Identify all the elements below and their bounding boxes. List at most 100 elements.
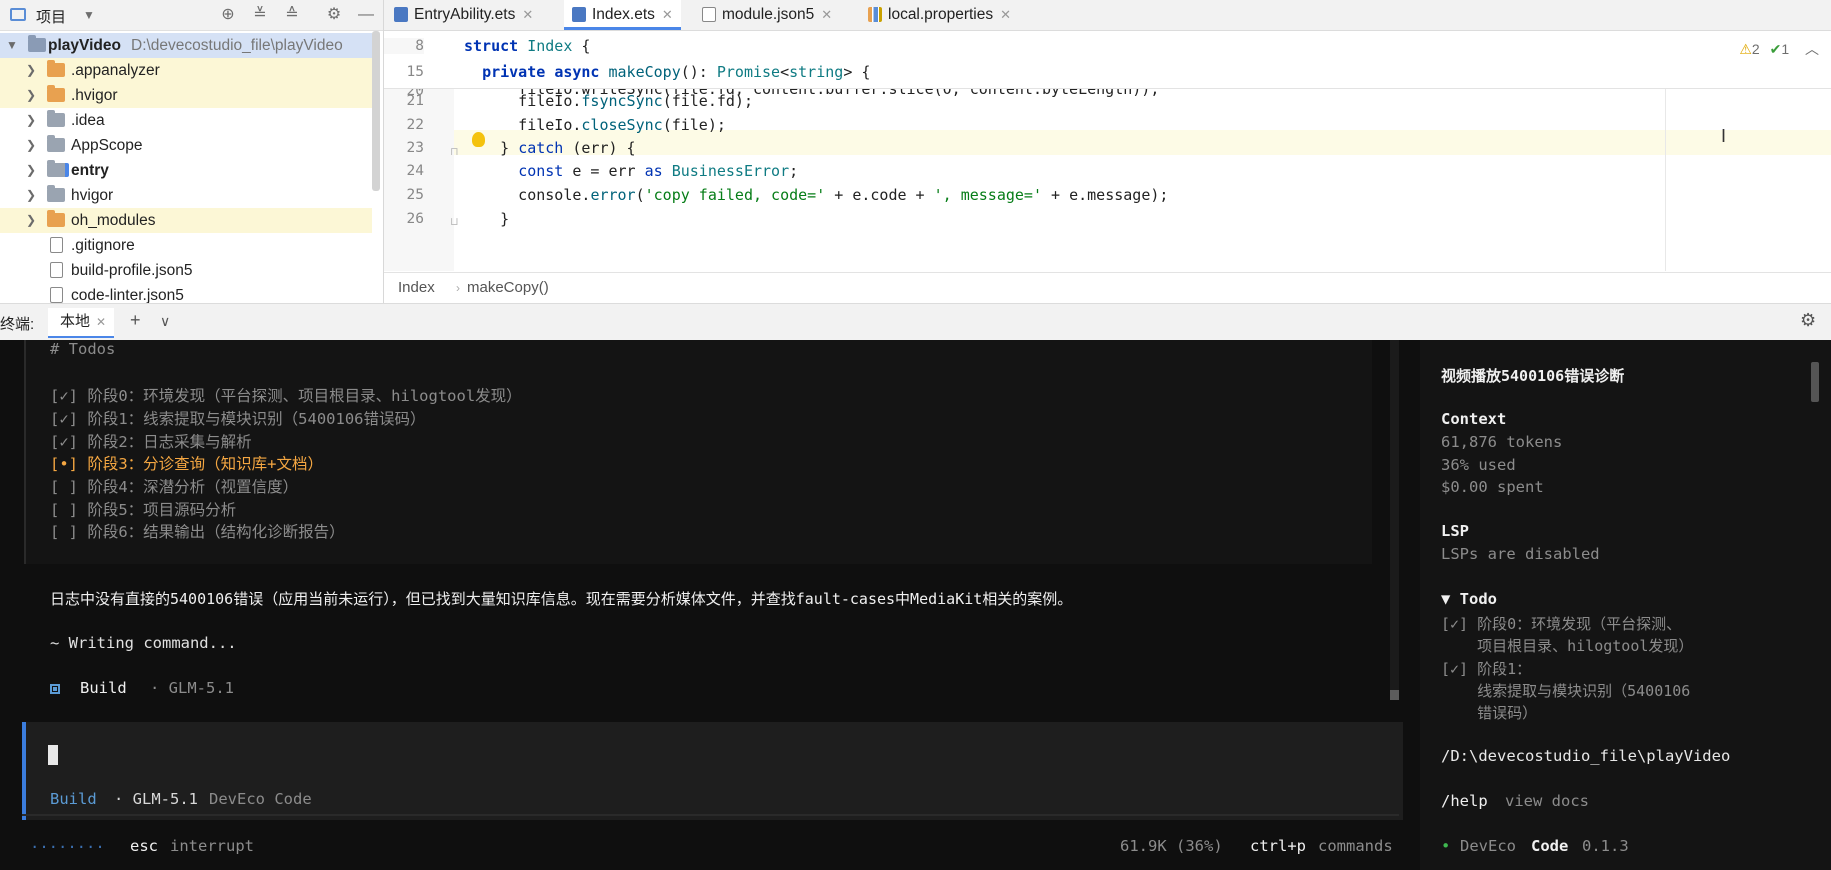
code-line: fileIo.fsyncSync(file.fd); (464, 92, 753, 110)
close-icon[interactable]: ✕ (662, 7, 673, 22)
tab-label: Index.ets (592, 6, 655, 23)
tree-item-hvigor-hidden[interactable]: ❯ .hvigor (0, 83, 372, 108)
project-view-icon (10, 8, 26, 21)
fold-icon[interactable]: ⊓ (450, 145, 459, 158)
close-icon[interactable]: ✕ (1000, 7, 1011, 22)
tab-index[interactable]: Index.ets ✕ (564, 0, 681, 30)
breadcrumb: Index › makeCopy() (384, 272, 1831, 303)
close-icon[interactable]: ✕ (96, 315, 106, 329)
tree-item-entry[interactable]: ❯ entry (0, 158, 372, 183)
folder-icon (47, 60, 65, 77)
gear-icon[interactable]: ⚙ (323, 4, 345, 26)
ets-file-icon (394, 7, 408, 23)
tab-terminal-local[interactable]: 本地 ✕ (48, 308, 115, 338)
close-icon[interactable]: ✕ (522, 7, 533, 22)
code-line: private async makeCopy(): Promise<string… (482, 63, 871, 81)
tree-item-appanalyzer[interactable]: ❯ .appanalyzer (0, 58, 372, 83)
code-editor[interactable]: 20 fileIo.writeSync(file.fd, content.buf… (384, 31, 1831, 271)
breadcrumb-item[interactable]: makeCopy() (467, 273, 549, 303)
folder-icon (47, 85, 65, 102)
todo-item: [✓] 阶段1：线索提取与模块识别（5400106错误码） (50, 410, 426, 428)
collapse-all-icon[interactable]: ≙ (281, 4, 303, 26)
code-line: const e = err as BusinessError; (518, 162, 799, 180)
sidebar-scrollbar[interactable] (1811, 362, 1819, 402)
context-spent: $0.00 spent (1441, 478, 1544, 496)
tree-item-hvigor[interactable]: ❯ hvigor (0, 183, 372, 208)
project-tree: ▼ playVideo D:\devecostudio_file\playVid… (0, 31, 383, 303)
input-cursor (48, 745, 58, 765)
todo-heading[interactable]: ▼ Todo (1441, 590, 1497, 608)
minimize-icon[interactable]: — (355, 4, 377, 26)
chevron-right-icon[interactable]: ❯ (26, 208, 38, 233)
context-heading: Context (1441, 410, 1507, 428)
chevron-up-icon[interactable]: ︿ (1805, 41, 1819, 57)
plus-icon[interactable]: + (130, 310, 141, 331)
chevron-right-icon[interactable]: ❯ (26, 183, 38, 208)
tree-root-path: D:\devecostudio_file\playVideo (131, 37, 343, 54)
sidebar-todo-line: 线索提取与模块识别（5400106 (1441, 682, 1691, 700)
chevron-right-icon[interactable]: ❯ (26, 133, 38, 158)
chevron-down-icon[interactable]: ▼ (6, 33, 18, 58)
chevron-down-icon[interactable]: ▼ (78, 4, 100, 26)
project-panel-title[interactable]: 项目 (36, 6, 66, 27)
code-line: } (464, 210, 510, 228)
properties-file-icon (868, 7, 882, 23)
todo-item: [✓] 阶段0：环境发现（平台探测、项目根目录、hilogtool发现） (50, 387, 522, 405)
help-command[interactable]: /help (1441, 792, 1488, 810)
project-panel-header: 项目 ▼ ⊕ ≚ ≙ ⚙ — (0, 0, 383, 31)
breadcrumb-item[interactable]: Index (398, 273, 435, 303)
input-model-label[interactable]: · GLM-5.1 (114, 790, 198, 808)
status-dot-icon: • (1441, 837, 1451, 855)
todo-item: [ ] 阶段4：深潜分析（视置信度） (50, 478, 299, 496)
tree-item-appscope[interactable]: ❯ AppScope (0, 133, 372, 158)
chevron-right-icon[interactable]: ❯ (26, 58, 38, 83)
tab-label: EntryAbility.ets (414, 6, 516, 23)
tab-label: module.json5 (722, 6, 815, 23)
chevron-right-icon[interactable]: ❯ (26, 108, 38, 133)
status-shortcut-key: ctrl+p (1250, 837, 1306, 855)
tree-item-code-linter[interactable]: code-linter.json5 (0, 283, 372, 303)
folder-icon (47, 210, 65, 227)
tree-item-oh-modules[interactable]: ❯ oh_modules (0, 208, 372, 233)
chevron-right-icon[interactable]: ❯ (26, 158, 38, 183)
tree-item-idea[interactable]: ❯ .idea (0, 108, 372, 133)
tree-item-label: .idea (71, 112, 105, 129)
terminal-scrollbar[interactable] (1390, 340, 1399, 700)
tab-entryability[interactable]: EntryAbility.ets ✕ (394, 0, 533, 30)
tab-local-properties[interactable]: local.properties ✕ (868, 0, 1011, 30)
terminal-toolbar: 终端: 本地 ✕ + ∨ ⚙ (0, 303, 1831, 341)
tree-item-label: entry (71, 162, 109, 179)
terminal-label: 终端: (0, 316, 35, 333)
folder-icon (47, 185, 65, 202)
gear-icon[interactable]: ⚙ (1800, 310, 1816, 331)
fold-icon[interactable]: ⊔ (450, 215, 459, 228)
right-margin-guide (1665, 88, 1666, 271)
project-scrollbar[interactable] (372, 31, 380, 191)
sidebar-todo-line: 错误码） (1441, 704, 1538, 722)
chevron-right-icon[interactable]: ❯ (26, 83, 38, 108)
lsp-heading: LSP (1441, 522, 1469, 540)
locate-icon[interactable]: ⊕ (217, 4, 239, 26)
close-icon[interactable]: ✕ (821, 7, 832, 22)
check-count: 1 (1781, 41, 1790, 57)
tree-root-playvideo[interactable]: ▼ playVideo D:\devecostudio_file\playVid… (0, 33, 372, 58)
line-number: 24 (406, 163, 424, 179)
input-mode-label[interactable]: Build (50, 790, 97, 808)
warning-count: 2 (1751, 41, 1760, 57)
inspection-widget[interactable]: ⚠2 ✔1 ︿ (1739, 39, 1819, 59)
tab-module-json5[interactable]: module.json5 ✕ (702, 0, 832, 30)
todo-item: [ ] 阶段5：项目源码分析 (50, 501, 237, 519)
warning-icon: ⚠ (1739, 41, 1752, 57)
chevron-down-icon[interactable]: ∨ (160, 313, 170, 330)
expand-all-icon[interactable]: ≚ (249, 4, 271, 26)
lightbulb-icon[interactable] (472, 132, 485, 147)
tree-item-build-profile[interactable]: build-profile.json5 (0, 258, 372, 283)
json-file-icon (702, 7, 716, 23)
code-line: } catch (err) { (464, 139, 636, 157)
line-number: 8 (384, 38, 424, 54)
terminal-output[interactable]: # Todos [✓] 阶段0：环境发现（平台探测、项目根目录、hilogtoo… (0, 340, 1831, 870)
sidebar-todo-line: [✓] 阶段0：环境发现（平台探测、 (1441, 615, 1682, 633)
tree-item-gitignore[interactable]: .gitignore (0, 233, 372, 258)
sticky-scroll-header[interactable]: 8 struct Index { 15 private async makeCo… (384, 31, 1831, 89)
check-icon: ✔ (1769, 41, 1782, 57)
